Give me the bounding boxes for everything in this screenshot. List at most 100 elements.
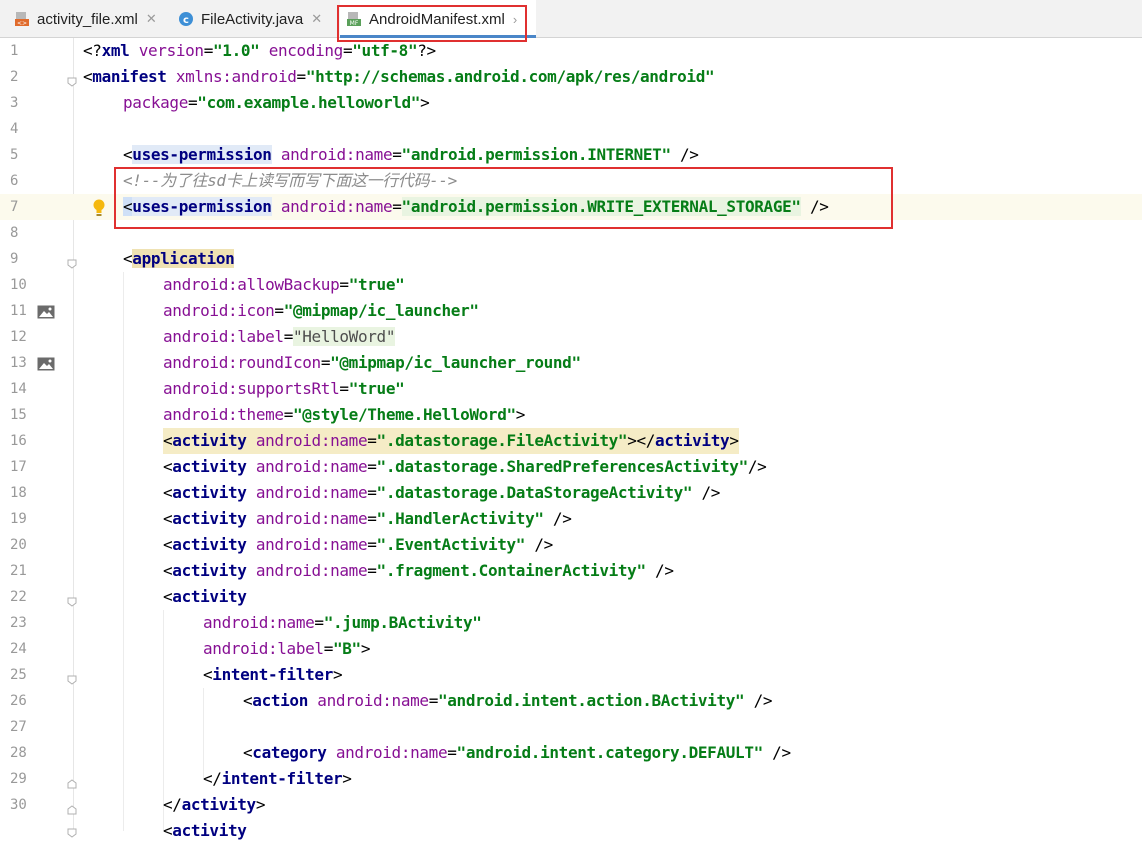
close-icon[interactable]: ✕	[311, 11, 322, 27]
code-line[interactable]: 4	[0, 116, 1142, 142]
tab-activity-file-xml[interactable]: <> activity_file.xml ✕	[14, 0, 157, 38]
image-preview-icon[interactable]	[37, 304, 55, 319]
code-text: android:supportsRtl="true"	[163, 379, 405, 398]
line-number: 24	[10, 641, 27, 657]
line-number: 26	[10, 693, 27, 709]
line-number: 21	[10, 563, 27, 579]
code-line[interactable]: 1 <?xml version="1.0" encoding="utf-8"?>	[0, 38, 1142, 64]
svg-text:c: c	[183, 15, 189, 26]
code-text: android:theme="@style/Theme.HelloWord">	[163, 405, 526, 424]
line-number: 2	[10, 69, 19, 85]
code-text: <uses-permission android:name="android.p…	[123, 145, 699, 164]
svg-text:<>: <>	[17, 20, 27, 27]
code-text: android:icon="@mipmap/ic_launcher"	[163, 301, 479, 320]
line-number: 18	[10, 485, 27, 501]
line-number: 25	[10, 667, 27, 683]
code-text: <activity android:name=".EventActivity" …	[163, 535, 553, 554]
code-text: <activity android:name=".datastorage.Fil…	[163, 428, 739, 454]
code-text: package="com.example.helloworld">	[123, 93, 430, 112]
code-editor[interactable]: 1 <?xml version="1.0" encoding="utf-8"?>…	[0, 38, 1142, 840]
fold-end-icon[interactable]	[67, 800, 77, 815]
code-text: android:name=".jump.BActivity"	[203, 613, 482, 632]
code-line[interactable]: 2 <manifest xmlns:android="http://schema…	[0, 64, 1142, 90]
line-number: 17	[10, 459, 27, 475]
code-line[interactable]: 17 <activity android:name=".datastorage.…	[0, 454, 1142, 480]
code-line[interactable]: 20 <activity android:name=".EventActivit…	[0, 532, 1142, 558]
line-number: 4	[10, 121, 19, 137]
line-number: 14	[10, 381, 27, 397]
line-number: 13	[10, 355, 27, 371]
line-number: 11	[10, 303, 27, 319]
code-text: <manifest xmlns:android="http://schemas.…	[83, 67, 715, 86]
code-line[interactable]: 27	[0, 714, 1142, 740]
code-line[interactable]: 21 <activity android:name=".fragment.Con…	[0, 558, 1142, 584]
line-number: 16	[10, 433, 27, 449]
line-number: 20	[10, 537, 27, 553]
line-number: 19	[10, 511, 27, 527]
code-line[interactable]: 29 </intent-filter>	[0, 766, 1142, 792]
tab-label: FileActivity.java	[201, 10, 304, 28]
code-line[interactable]: 11 android:icon="@mipmap/ic_launcher"	[0, 298, 1142, 324]
line-number: 7	[10, 199, 19, 215]
editor-tab-bar: <> activity_file.xml ✕ c FileActivity.ja…	[0, 0, 1142, 38]
line-number: 9	[10, 251, 19, 267]
code-line[interactable]: 16 <activity android:name=".datastorage.…	[0, 428, 1142, 454]
fold-end-icon[interactable]	[67, 774, 77, 789]
code-line[interactable]: 9 <application	[0, 246, 1142, 272]
code-line[interactable]: 22 <activity	[0, 584, 1142, 610]
line-number: 27	[10, 719, 27, 735]
tab-file-activity-java[interactable]: c FileActivity.java ✕	[178, 0, 322, 38]
code-text: </activity>	[163, 795, 266, 814]
code-line[interactable]: 24 android:label="B">	[0, 636, 1142, 662]
fold-icon[interactable]	[67, 254, 77, 269]
code-text: <category android:name="android.intent.c…	[243, 743, 791, 762]
code-line[interactable]: 15 android:theme="@style/Theme.HelloWord…	[0, 402, 1142, 428]
code-text: <activity	[163, 587, 247, 606]
lightbulb-icon[interactable]	[92, 199, 106, 217]
line-number: 6	[10, 173, 19, 189]
code-line[interactable]: 28 <category android:name="android.inten…	[0, 740, 1142, 766]
line-number: 28	[10, 745, 27, 761]
fold-icon[interactable]	[67, 823, 77, 838]
line-number: 30	[10, 797, 27, 813]
line-number: 15	[10, 407, 27, 423]
code-line[interactable]: 30 </activity>	[0, 792, 1142, 818]
code-text: android:allowBackup="true"	[163, 275, 405, 294]
code-line[interactable]: 5 <uses-permission android:name="android…	[0, 142, 1142, 168]
code-line[interactable]: 14 android:supportsRtl="true"	[0, 376, 1142, 402]
image-preview-icon[interactable]	[37, 356, 55, 371]
code-text: <activity	[163, 821, 247, 840]
code-line[interactable]: 3 package="com.example.helloworld">	[0, 90, 1142, 116]
close-icon[interactable]: ✕	[146, 11, 157, 27]
code-line[interactable]: <activity	[0, 818, 1142, 844]
highlight-box-tab	[337, 5, 527, 42]
code-text: <application	[123, 249, 235, 268]
code-text: <activity android:name=".datastorage.Dat…	[163, 483, 721, 502]
code-text: <?xml version="1.0" encoding="utf-8"?>	[83, 41, 436, 60]
line-number: 22	[10, 589, 27, 605]
code-text: android:label="B">	[203, 639, 371, 658]
line-number: 5	[10, 147, 19, 163]
fold-icon[interactable]	[67, 592, 77, 607]
fold-icon[interactable]	[67, 670, 77, 685]
code-text: <intent-filter>	[203, 665, 343, 684]
code-text: android:label="HelloWord"	[163, 327, 396, 346]
code-text: <activity android:name=".fragment.Contai…	[163, 561, 674, 580]
code-line[interactable]: 23 android:name=".jump.BActivity"	[0, 610, 1142, 636]
code-text: </intent-filter>	[203, 769, 352, 788]
code-line[interactable]: 13 android:roundIcon="@mipmap/ic_launche…	[0, 350, 1142, 376]
code-text: <activity android:name=".HandlerActivity…	[163, 509, 572, 528]
line-number: 1	[10, 43, 19, 59]
line-number: 8	[10, 225, 19, 241]
code-line[interactable]: 10 android:allowBackup="true"	[0, 272, 1142, 298]
java-class-icon: c	[178, 11, 194, 27]
fold-icon[interactable]	[67, 72, 77, 87]
code-line[interactable]: 12 android:label="HelloWord"	[0, 324, 1142, 350]
xml-file-icon: <>	[14, 11, 30, 27]
code-line[interactable]: 18 <activity android:name=".datastorage.…	[0, 480, 1142, 506]
code-line[interactable]: 19 <activity android:name=".HandlerActiv…	[0, 506, 1142, 532]
line-number: 3	[10, 95, 19, 111]
code-line[interactable]: 25 <intent-filter>	[0, 662, 1142, 688]
code-text: <activity android:name=".datastorage.Sha…	[163, 457, 767, 476]
code-line[interactable]: 26 <action android:name="android.intent.…	[0, 688, 1142, 714]
